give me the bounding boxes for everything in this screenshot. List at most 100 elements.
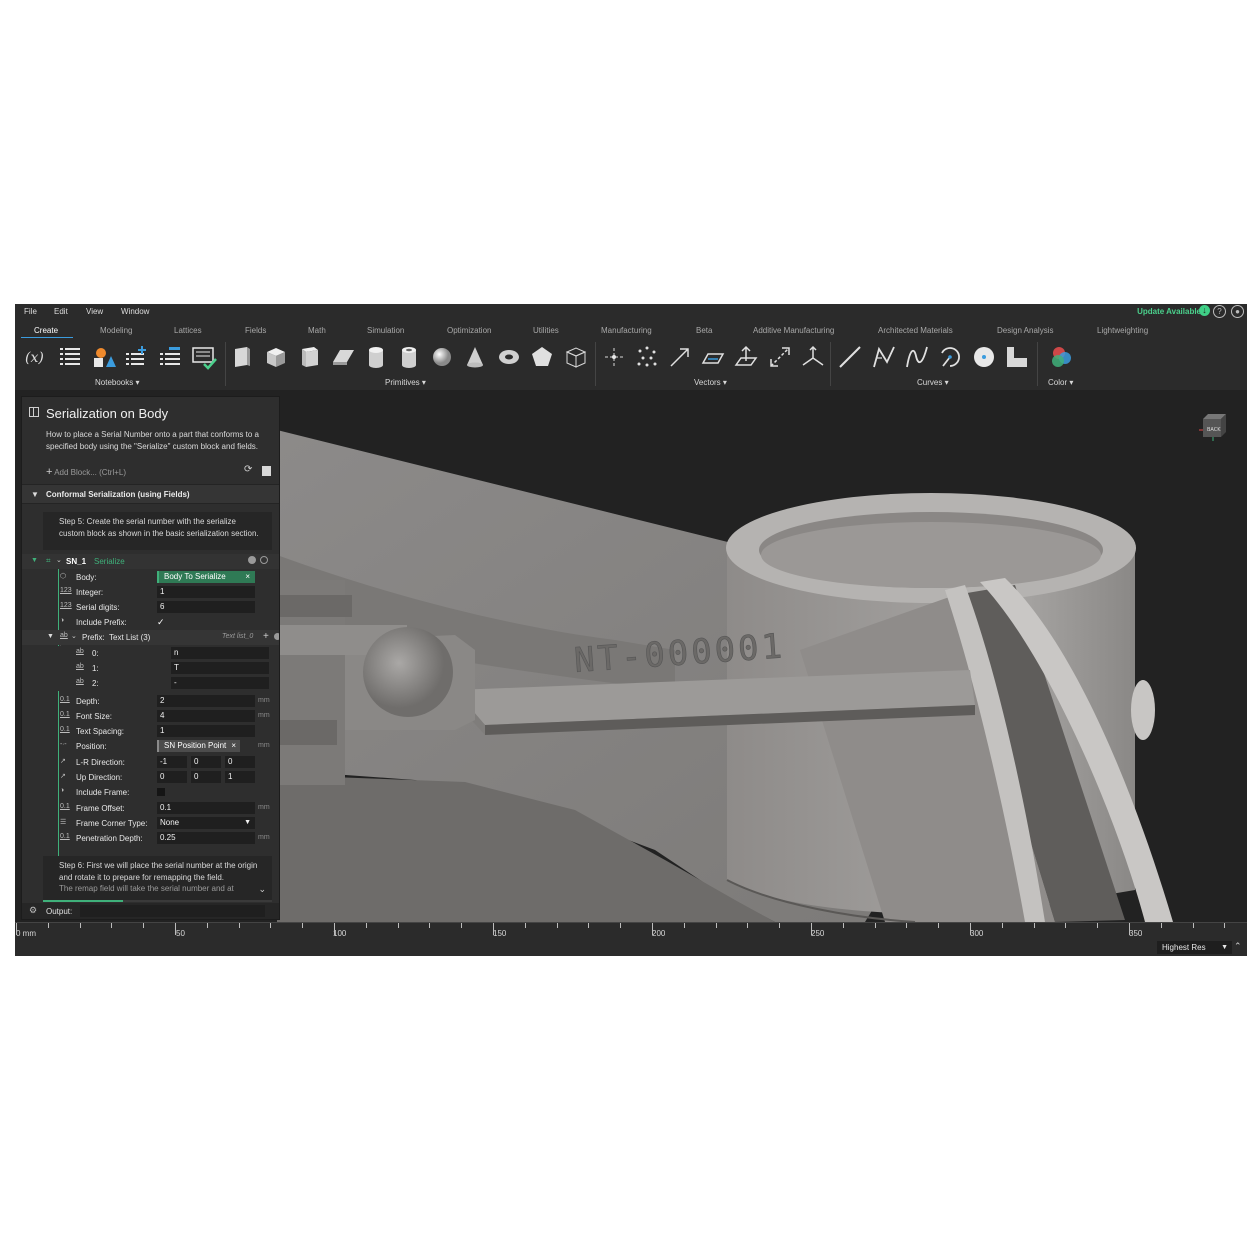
remove-list-icon[interactable] [157, 344, 183, 370]
tab-lightweighting[interactable]: Lightweighting [1097, 326, 1148, 335]
coordinate-system-icon[interactable] [800, 344, 826, 370]
up-y-input[interactable]: 0 [191, 771, 221, 783]
group-label-notebooks[interactable]: Notebooks ▾ [95, 378, 140, 387]
tab-architected-materials[interactable]: Architected Materials [878, 326, 953, 335]
text-spacing-input[interactable]: 1 [157, 725, 255, 737]
circle-icon[interactable] [971, 344, 997, 370]
account-icon[interactable]: ● [1231, 305, 1244, 318]
serial-digits-input[interactable]: 6 [157, 601, 255, 613]
block-name[interactable]: SN_1 [66, 557, 86, 566]
tab-beta[interactable]: Beta [696, 326, 712, 335]
sphere-icon[interactable] [429, 344, 455, 370]
plane-icon[interactable] [700, 344, 726, 370]
panel-layout-icon[interactable] [29, 407, 39, 417]
tab-simulation[interactable]: Simulation [367, 326, 404, 335]
collapse-arrow-icon[interactable]: ▼ [31, 490, 39, 499]
tab-design-analysis[interactable]: Design Analysis [997, 326, 1053, 335]
polyline-icon[interactable] [871, 344, 897, 370]
penetration-depth-input[interactable]: 0.25 [157, 832, 255, 844]
arc-icon[interactable] [937, 344, 963, 370]
wedge-icon[interactable] [330, 344, 356, 370]
add-item-icon[interactable]: + [263, 631, 269, 642]
download-icon[interactable]: ↓ [1199, 305, 1210, 316]
block-header-serialize[interactable]: ▼ ⌗ ⌄ SN_1 Serialize [22, 554, 279, 569]
view-cube[interactable]: BACK [1199, 412, 1229, 442]
frame-corner-select[interactable]: None ▼ [157, 817, 255, 829]
help-icon[interactable] [248, 556, 256, 564]
integer-input[interactable]: 1 [157, 586, 255, 598]
menu-view[interactable]: View [86, 307, 103, 316]
update-available-link[interactable]: Update Available [1137, 307, 1201, 316]
chevron-down-icon[interactable]: ⌄ [56, 556, 62, 564]
tab-fields[interactable]: Fields [245, 326, 266, 335]
distance-vector-icon[interactable] [767, 344, 793, 370]
cube-icon[interactable] [263, 344, 289, 370]
group-label-primitives[interactable]: Primitives ▾ [385, 378, 426, 387]
lr-y-input[interactable]: 0 [191, 756, 221, 768]
gear-icon[interactable]: ⚙ [29, 905, 37, 916]
help-icon[interactable]: ? [1213, 305, 1226, 318]
body-value-tag[interactable]: Body To Serialize × [157, 571, 255, 583]
refresh-icon[interactable]: ⟳ [244, 464, 252, 475]
color-icon[interactable] [1049, 344, 1075, 370]
vector-icon[interactable] [667, 344, 693, 370]
point-cloud-icon[interactable] [634, 344, 660, 370]
include-frame-checkbox[interactable] [157, 788, 165, 796]
collapse-arrow-icon[interactable]: ▼ [47, 633, 54, 640]
tab-utilities[interactable]: Utilities [533, 326, 559, 335]
spline-icon[interactable] [904, 344, 930, 370]
tab-create[interactable]: Create [34, 326, 58, 335]
include-prefix-checkbox[interactable]: ✓ [157, 617, 165, 628]
add-block-button[interactable]: + Add Block... (Ctrl+L) [46, 466, 126, 478]
resolution-select[interactable]: Highest Res ▼ [1157, 941, 1232, 954]
add-list-icon[interactable] [123, 344, 149, 370]
menu-file[interactable]: File [24, 307, 37, 316]
tab-optimization[interactable]: Optimization [447, 326, 491, 335]
group-label-curves[interactable]: Curves ▾ [917, 378, 949, 387]
group-label-color[interactable]: Color ▾ [1048, 378, 1073, 387]
group-label-vectors[interactable]: Vectors ▾ [694, 378, 727, 387]
line-icon[interactable] [837, 344, 863, 370]
output-field[interactable] [80, 905, 265, 917]
point-icon[interactable] [601, 344, 627, 370]
lr-z-input[interactable]: 0 [225, 756, 255, 768]
list-icon[interactable] [57, 344, 83, 370]
font-size-input[interactable]: 4 [157, 710, 255, 722]
normal-plane-icon[interactable] [733, 344, 759, 370]
position-value-tag[interactable]: SN Position Point × [157, 740, 240, 752]
clipboard-icon[interactable] [262, 466, 271, 476]
chevron-down-icon[interactable]: ⌄ [71, 632, 77, 640]
chevron-up-icon[interactable]: ⌃ [1234, 941, 1242, 952]
menu-edit[interactable]: Edit [54, 307, 68, 316]
tab-math[interactable]: Math [308, 326, 326, 335]
profile-icon[interactable] [1004, 344, 1030, 370]
menu-window[interactable]: Window [121, 307, 149, 316]
collapse-arrow-icon[interactable]: ▼ [31, 557, 38, 564]
up-z-input[interactable]: 1 [225, 771, 255, 783]
close-icon[interactable]: × [245, 571, 250, 583]
prefix-item-input[interactable]: n [171, 647, 269, 659]
tab-lattices[interactable]: Lattices [174, 326, 202, 335]
frame-offset-input[interactable]: 0.1 [157, 802, 255, 814]
up-x-input[interactable]: 0 [157, 771, 187, 783]
tab-modeling[interactable]: Modeling [100, 326, 132, 335]
section-header[interactable]: ▼ Conformal Serialization (using Fields) [22, 484, 279, 504]
help-icon[interactable] [274, 633, 279, 640]
pentagon-icon[interactable] [529, 344, 555, 370]
depth-input[interactable]: 2 [157, 695, 255, 707]
cylinder-icon[interactable] [363, 344, 389, 370]
cone-icon[interactable] [462, 344, 488, 370]
chevron-down-icon[interactable]: ⌄ [258, 884, 266, 896]
shapes-icon[interactable] [91, 344, 117, 370]
prefix-row[interactable]: ▼ ab ⌄ Prefix: Text List (3) Text list_0… [22, 630, 279, 645]
prefix-item-input[interactable]: T [171, 662, 269, 674]
tube-icon[interactable] [396, 344, 422, 370]
variable-icon[interactable]: (x) [23, 344, 49, 370]
plate-icon[interactable] [229, 344, 255, 370]
torus-icon[interactable] [496, 344, 522, 370]
tab-manufacturing[interactable]: Manufacturing [601, 326, 652, 335]
close-icon[interactable]: × [231, 740, 236, 752]
lr-x-input[interactable]: -1 [157, 756, 187, 768]
tab-additive-manufacturing[interactable]: Additive Manufacturing [753, 326, 834, 335]
prefix-item-input[interactable]: - [171, 677, 269, 689]
